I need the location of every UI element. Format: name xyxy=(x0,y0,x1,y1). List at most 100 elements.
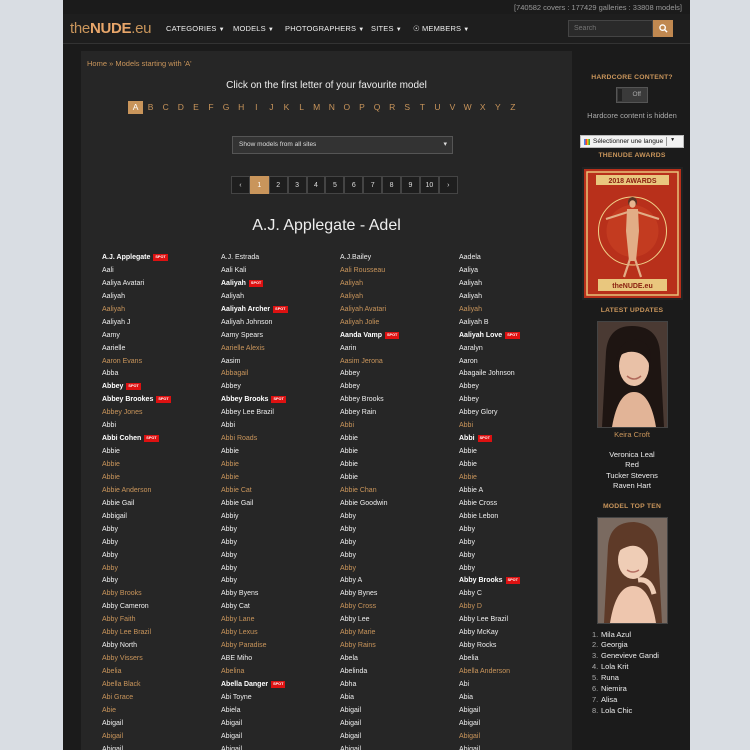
model-list-item[interactable]: Aali Rousseau xyxy=(340,265,399,278)
model-name-link[interactable]: Abby xyxy=(102,565,118,572)
model-name-link[interactable]: Abia xyxy=(459,694,473,701)
model-name-link[interactable]: Abigail xyxy=(102,720,123,727)
top-ten-featured-photo[interactable] xyxy=(596,516,668,624)
letter-m[interactable]: M xyxy=(309,101,324,114)
page-7-button[interactable]: 7 xyxy=(363,176,383,194)
page-2-button[interactable]: 2 xyxy=(268,176,288,194)
model-list-item[interactable]: Abbey Jones xyxy=(102,407,171,420)
model-list-item[interactable]: Aarielle Alexis xyxy=(221,343,288,356)
model-list-item[interactable]: Abby Lee Brazil xyxy=(459,614,520,627)
model-name-link[interactable]: Abia xyxy=(340,694,354,701)
model-list-item[interactable]: Aaliyah Jolie xyxy=(340,317,399,330)
model-list-item[interactable]: Abby xyxy=(102,575,171,588)
letter-i[interactable]: I xyxy=(249,101,264,114)
model-name-link[interactable]: Abi Toyne xyxy=(221,694,252,701)
model-name-link[interactable]: Abigail xyxy=(221,746,242,750)
letter-z[interactable]: Z xyxy=(505,101,520,114)
model-name-link[interactable]: Abigail xyxy=(459,733,480,740)
model-list-item[interactable]: A.J.Bailey xyxy=(340,252,399,265)
model-name-link[interactable]: Aadela xyxy=(459,254,481,261)
top-ten-item[interactable]: 3. Genevieve Gandi xyxy=(592,651,686,662)
model-list-item[interactable]: Abby Marie xyxy=(340,627,399,640)
model-list-item[interactable]: Abbie xyxy=(340,446,399,459)
model-list-item[interactable]: Abha xyxy=(340,679,399,692)
model-list-item[interactable]: Aamy Spears xyxy=(221,330,288,343)
model-name-link[interactable]: Abigail xyxy=(340,733,361,740)
model-name-link[interactable]: Abella Black xyxy=(102,681,141,688)
model-name-link[interactable]: Abigail xyxy=(102,733,123,740)
model-name-link[interactable]: Abby xyxy=(102,539,118,546)
model-list-item[interactable]: Abby xyxy=(340,537,399,550)
model-name-link[interactable]: Abbey xyxy=(459,396,479,403)
model-list-item[interactable]: Abigail xyxy=(459,718,520,731)
search-button[interactable] xyxy=(653,20,673,37)
breadcrumb-home[interactable]: Home xyxy=(87,59,107,68)
model-list-item[interactable]: Abigail xyxy=(340,718,399,731)
model-list-item[interactable]: Abbie A xyxy=(459,485,520,498)
model-list-item[interactable]: Aaliyah Avatari xyxy=(340,304,399,317)
model-list-item[interactable]: Abbie xyxy=(102,472,171,485)
model-list-item[interactable]: Aaliyah B xyxy=(459,317,520,330)
model-list-item[interactable]: Abby xyxy=(340,511,399,524)
model-list-item[interactable]: Abbi SPOT xyxy=(459,433,520,446)
model-name-link[interactable]: Abby Lee xyxy=(340,616,370,623)
model-name-link[interactable]: Abby North xyxy=(102,642,137,649)
model-name-link[interactable]: Abbie xyxy=(221,461,239,468)
model-name-link[interactable]: Abby Brooks xyxy=(102,590,142,597)
model-name-link[interactable]: Abby xyxy=(102,577,118,584)
model-name-link[interactable]: Abby xyxy=(340,539,356,546)
model-name-link[interactable]: Abbie A xyxy=(459,487,483,494)
model-name-link[interactable]: Abbey Glory xyxy=(459,409,498,416)
model-name-link[interactable]: Aarin xyxy=(340,345,356,352)
model-name-link[interactable]: Abbie Gail xyxy=(102,500,134,507)
model-name-link[interactable]: Aaliyah xyxy=(459,280,482,287)
model-name-link[interactable]: A.J. Applegate xyxy=(102,254,150,261)
model-list-item[interactable]: Aaralyn xyxy=(459,343,520,356)
model-list-item[interactable]: Abbie Chan xyxy=(340,485,399,498)
model-list-item[interactable]: Aaliyah J xyxy=(102,317,171,330)
letter-e[interactable]: E xyxy=(188,101,203,114)
model-name-link[interactable]: Aali Kali xyxy=(221,267,246,274)
model-name-link[interactable]: Abby xyxy=(459,526,475,533)
top-ten-name[interactable]: Lola Krit xyxy=(601,662,629,671)
model-name-link[interactable]: Aaliyah xyxy=(340,280,363,287)
letter-c[interactable]: C xyxy=(158,101,173,114)
model-name-link[interactable]: Aaliyah xyxy=(459,293,482,300)
model-list-item[interactable]: Abbie Gail xyxy=(102,498,171,511)
model-list-item[interactable]: Abba xyxy=(102,368,171,381)
model-list-item[interactable]: Abbie Cat xyxy=(221,485,288,498)
model-list-item[interactable]: Abbi xyxy=(221,420,288,433)
page-5-button[interactable]: 5 xyxy=(325,176,345,194)
model-list-item[interactable]: Abbie xyxy=(102,459,171,472)
model-list-item[interactable]: Abbey xyxy=(340,381,399,394)
model-list-item[interactable]: Abby A xyxy=(340,575,399,588)
latest-update-item[interactable]: Raven Hart xyxy=(578,481,686,491)
model-list-item[interactable]: Abby McKay xyxy=(459,627,520,640)
model-name-link[interactable]: Abby Vissers xyxy=(102,655,143,662)
model-name-link[interactable]: Abbie xyxy=(102,461,120,468)
model-name-link[interactable]: Abby Lee Brazil xyxy=(459,616,508,623)
page-6-button[interactable]: 6 xyxy=(344,176,364,194)
model-name-link[interactable]: Aamy xyxy=(102,332,120,339)
model-name-link[interactable]: Abbi Cohen xyxy=(102,435,141,442)
model-name-link[interactable]: Aaliyah Johnson xyxy=(221,319,272,326)
model-list-item[interactable]: Abbey xyxy=(459,381,520,394)
model-name-link[interactable]: Abbagail xyxy=(221,370,248,377)
model-list-item[interactable]: Aaliyah xyxy=(102,304,171,317)
model-name-link[interactable]: Abby A xyxy=(340,577,362,584)
model-name-link[interactable]: Abella Anderson xyxy=(459,668,510,675)
model-list-item[interactable]: Abby Lexus xyxy=(221,627,288,640)
model-list-item[interactable]: Abby xyxy=(221,550,288,563)
model-name-link[interactable]: A.J. Estrada xyxy=(221,254,259,261)
model-name-link[interactable]: Abela xyxy=(340,655,358,662)
model-list-item[interactable]: Abby Brooks xyxy=(102,588,171,601)
model-name-link[interactable]: Abby Rocks xyxy=(459,642,496,649)
model-list-item[interactable]: Abbigail xyxy=(102,511,171,524)
model-list-item[interactable]: Abella Anderson xyxy=(459,666,520,679)
model-list-item[interactable]: Aaliya xyxy=(459,265,520,278)
model-list-item[interactable]: Abby xyxy=(221,524,288,537)
model-list-item[interactable]: Aaron Evans xyxy=(102,356,171,369)
model-name-link[interactable]: Abbi xyxy=(340,422,354,429)
hardcore-toggle[interactable]: Off xyxy=(616,87,648,103)
model-list-item[interactable]: Aaliyah xyxy=(459,291,520,304)
